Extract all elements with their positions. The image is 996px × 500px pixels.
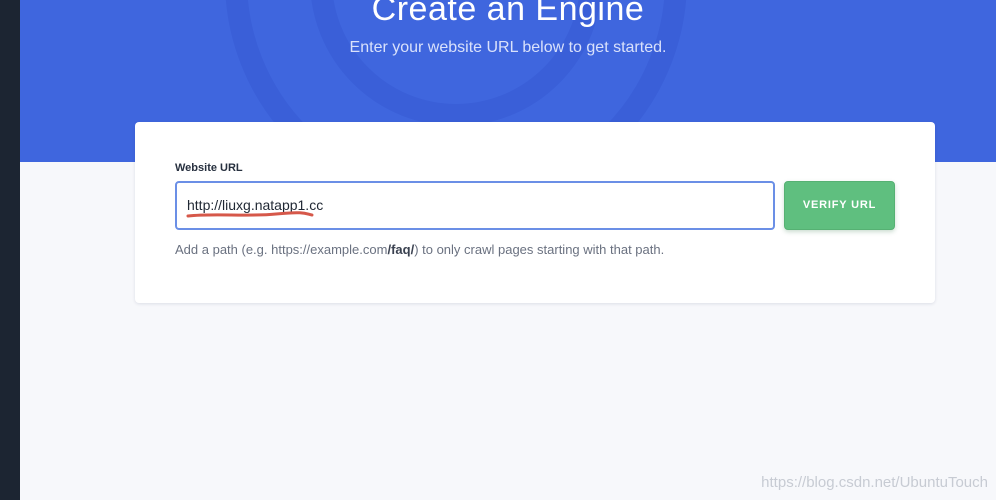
help-text-prefix: Add a path (e.g. https://example.com [175, 242, 388, 257]
website-url-label: Website URL [175, 162, 243, 174]
page-subtitle: Enter your website URL below to get star… [349, 39, 667, 56]
help-text-path: /faq/ [387, 242, 415, 257]
page-title: Create an Engine [371, 0, 645, 28]
help-text: Add a path (e.g. https://example.com/faq… [175, 242, 664, 257]
watermark: https://blog.csdn.net/UbuntuTouch [761, 474, 988, 491]
left-sidebar-strip [0, 0, 20, 500]
create-engine-card: Website URL http://liuxg.natapp1.cc VERI… [135, 122, 935, 303]
website-url-input[interactable]: http://liuxg.natapp1.cc [175, 181, 775, 230]
annotation-underline [186, 211, 314, 218]
verify-url-button[interactable]: VERIFY URL [784, 181, 895, 230]
help-text-suffix: ) to only crawl pages starting with that… [414, 242, 665, 257]
